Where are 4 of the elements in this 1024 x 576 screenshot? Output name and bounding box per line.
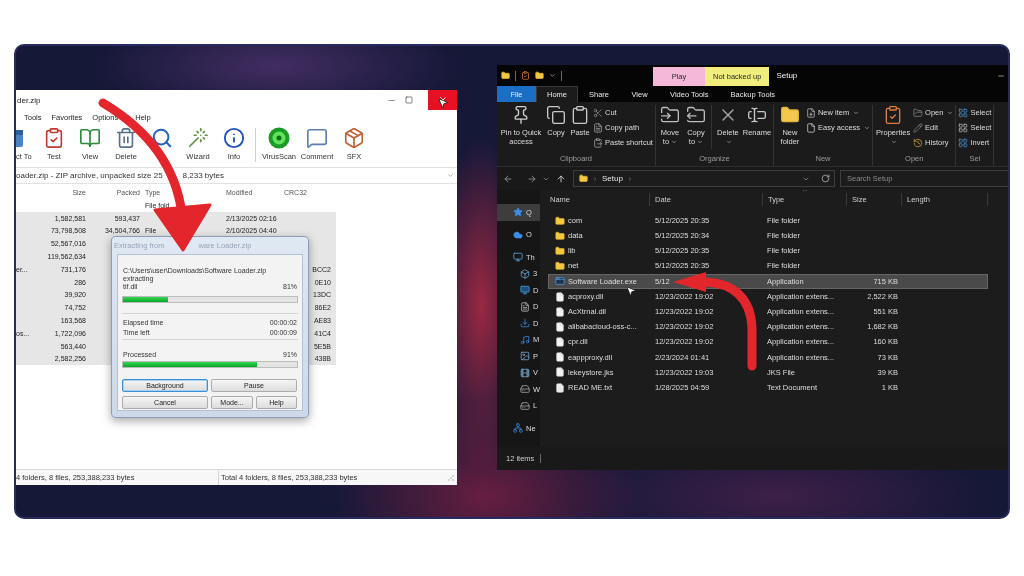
window-title: der.zip	[16, 97, 41, 105]
path-text: 8,233 bytes	[182, 171, 224, 180]
path-text: oader.zip - ZIP archive, unpacked size 25	[16, 171, 163, 180]
window-title: Setup	[776, 71, 798, 80]
